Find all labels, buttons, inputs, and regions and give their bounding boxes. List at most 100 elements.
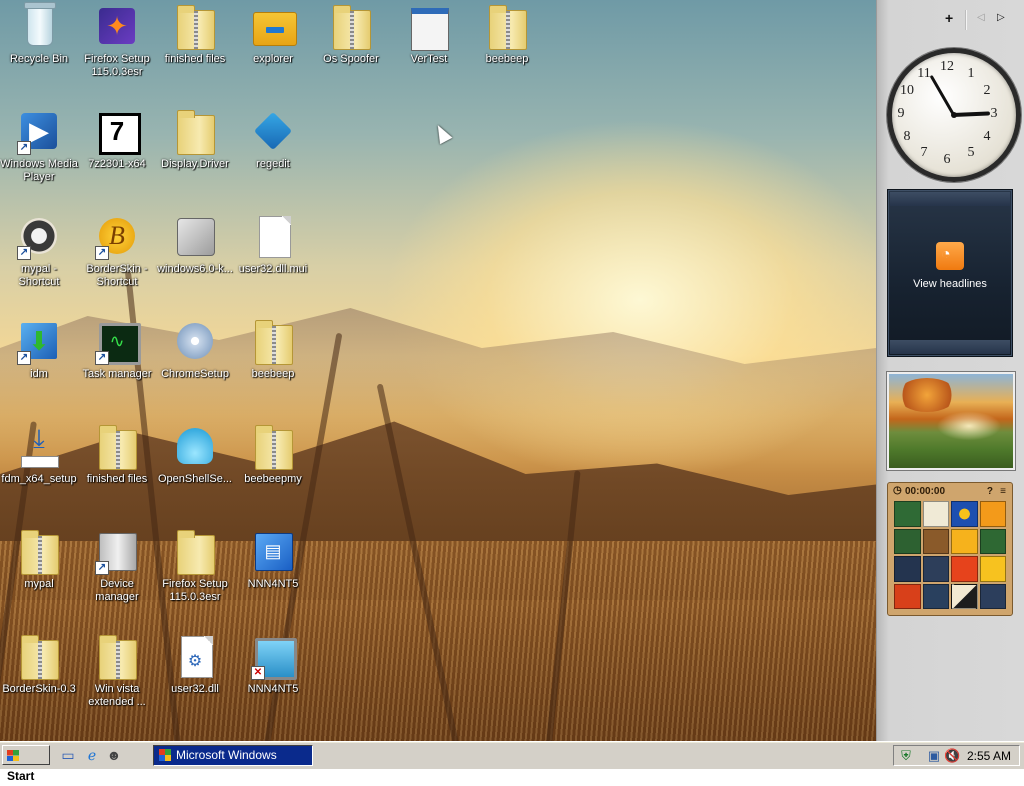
- desktop-icon-task-manager[interactable]: ∿ ↗ Task manager: [78, 317, 156, 381]
- desktop-icon-borderskin-shortcut[interactable]: B ↗ BorderSkin - Shortcut: [78, 212, 156, 289]
- download-manager-icon: ⬇ ↗: [15, 317, 63, 365]
- windows-security-icon[interactable]: ⛨: [898, 748, 914, 764]
- puzzle-tile[interactable]: [979, 501, 1006, 527]
- puzzle-tile[interactable]: [951, 528, 978, 554]
- mypal-icon[interactable]: ☻: [106, 747, 122, 763]
- desktop-icon-windows-media-player[interactable]: ▶ ↗ Windows Media Player: [0, 107, 78, 184]
- download-setup-icon: ⤓: [15, 422, 63, 470]
- show-desktop-icon[interactable]: ▭: [60, 747, 76, 763]
- desktop-icon-windows-update-package[interactable]: windows6.0-k...: [156, 212, 234, 276]
- desktop-icon-label: Task manager: [82, 368, 152, 380]
- desktop-icon-finished-files-2[interactable]: finished files: [78, 422, 156, 486]
- clock-numeral: 6: [943, 152, 951, 167]
- sidebar-next-button[interactable]: ▷: [997, 12, 1005, 23]
- desktop-icon-beebeepmy[interactable]: beebeepmy: [234, 422, 312, 486]
- tray-clock[interactable]: 2:55 AM: [967, 749, 1011, 763]
- puzzle-tile[interactable]: [951, 583, 978, 609]
- desktop-icon-mypal-folder[interactable]: mypal: [0, 527, 78, 591]
- file-cabinet-icon: ▤: [249, 527, 297, 575]
- desktop-icon-label: user32.dll: [171, 683, 219, 695]
- desktop-icon-label: Firefox Setup 115.0.3esr: [84, 53, 150, 78]
- taskbar-button-microsoft-windows[interactable]: Microsoft Windows: [153, 745, 313, 766]
- blank-file-icon: [249, 212, 297, 260]
- feed-headlines-gadget[interactable]: ◔ View headlines: [887, 189, 1013, 357]
- desktop-icon-chromesetup[interactable]: ChromeSetup: [156, 317, 234, 381]
- puzzle-tile[interactable]: [894, 528, 921, 554]
- desktop-icon-fdm-setup[interactable]: ⤓ fdm_x64_setup: [0, 422, 78, 486]
- desktop-icon-vertest[interactable]: VerTest: [390, 2, 468, 66]
- desktop-icon-borderskin-zip[interactable]: BorderSkin-0.3: [0, 632, 78, 696]
- task-manager-icon: ∿ ↗: [93, 317, 141, 365]
- puzzle-tile-empty[interactable]: [922, 528, 949, 554]
- borderskin-icon: B ↗: [93, 212, 141, 260]
- zip-folder-icon: [171, 2, 219, 50]
- internet-explorer-icon[interactable]: ℯ: [84, 747, 100, 763]
- puzzle-tile[interactable]: [951, 556, 978, 582]
- desktop-icon-user32-dll[interactable]: ⚙ user32.dll: [156, 632, 234, 696]
- rss-icon: ◔: [936, 242, 964, 270]
- picture-puzzle-gadget[interactable]: ◷ 00:00:00 ? ≡: [887, 482, 1013, 616]
- desktop-icon-nnn4nt5-setup[interactable]: ✕ NNN4NT5: [234, 632, 312, 696]
- desktop-icon-label: NNN4NT5: [247, 578, 299, 590]
- puzzle-timer: 00:00:00: [905, 486, 946, 497]
- desktop-icon-nnn4nt5[interactable]: ▤ NNN4NT5: [234, 527, 312, 591]
- desktop-icon-firefox-setup[interactable]: ✦ Firefox Setup 115.0.3esr: [78, 2, 156, 79]
- add-gadget-button[interactable]: +: [945, 10, 953, 26]
- puzzle-tile[interactable]: [894, 556, 921, 582]
- clock-pin: [951, 112, 957, 118]
- clock-numeral: 12: [940, 59, 954, 74]
- puzzle-tile[interactable]: [979, 556, 1006, 582]
- start-button[interactable]: Start: [2, 745, 50, 783]
- desktop-icon-display-driver[interactable]: Display.Driver: [156, 107, 234, 171]
- clock-minute-hand: [929, 74, 956, 116]
- desktop-icon-idm[interactable]: ⬇ ↗ idm: [0, 317, 78, 381]
- network-disconnected-icon[interactable]: ▣: [926, 748, 942, 764]
- puzzle-tile[interactable]: [922, 583, 949, 609]
- sidebar-prev-button[interactable]: ◁: [977, 12, 985, 23]
- desktop-icon-label: fdm_x64_setup: [1, 473, 77, 485]
- desktop-icon-openshell-setup[interactable]: OpenShellSe...: [156, 422, 234, 486]
- puzzle-help-button[interactable]: ?: [987, 486, 993, 497]
- puzzle-tile[interactable]: [951, 501, 978, 527]
- system-tray: ⛨ ▣ 🔇 2:55 AM: [893, 745, 1020, 766]
- task-label: Microsoft Windows: [176, 748, 277, 762]
- slideshow-gadget[interactable]: [887, 372, 1015, 470]
- puzzle-tile[interactable]: [894, 501, 921, 527]
- zip-folder-icon: [249, 422, 297, 470]
- clock-hour-hand: [953, 111, 991, 117]
- puzzle-menu-button[interactable]: ≡: [1000, 486, 1006, 497]
- desktop-icon-firefox-setup-folder[interactable]: Firefox Setup 115.0.3esr: [156, 527, 234, 604]
- desktop-icon-finished-files[interactable]: finished files: [156, 2, 234, 66]
- desktop-icon-7zip[interactable]: 7 7z2301-x64: [78, 107, 156, 171]
- clock-numeral: 10: [900, 83, 914, 98]
- puzzle-toolbar: ◷ 00:00:00 ? ≡: [891, 485, 1009, 499]
- desktop[interactable]: Recycle Bin ✦ Firefox Setup 115.0.3esr f…: [0, 0, 876, 741]
- desktop-icon-user32-mui[interactable]: user32.dll.mui: [234, 212, 312, 276]
- desktop-icon-recycle-bin[interactable]: Recycle Bin: [0, 2, 78, 66]
- desktop-icon-beebeep[interactable]: beebeep: [468, 2, 546, 66]
- desktop-icon-label: explorer: [253, 53, 293, 65]
- desktop-icon-explorer[interactable]: explorer: [234, 2, 312, 66]
- clock-numeral: 9: [897, 106, 905, 121]
- desktop-icon-os-spoofer[interactable]: Os Spoofer: [312, 2, 390, 66]
- clock-numeral: 8: [903, 129, 911, 144]
- desktop-icon-label: Win vista extended ...: [88, 683, 146, 708]
- desktop-icon-label: regedit: [256, 158, 290, 170]
- clock-numeral: 1: [967, 66, 975, 81]
- desktop-icon-device-manager[interactable]: ↗ Device manager: [78, 527, 156, 604]
- puzzle-tile[interactable]: [922, 556, 949, 582]
- desktop-icon-win-vista-extended[interactable]: Win vista extended ...: [78, 632, 156, 709]
- registry-editor-icon: [249, 107, 297, 155]
- clock-gadget[interactable]: 12 1 2 3 4 5 6 7 8 9 10 11: [887, 48, 1021, 182]
- desktop-icon-label: user32.dll.mui: [238, 263, 308, 275]
- puzzle-tile[interactable]: [894, 583, 921, 609]
- volume-muted-icon[interactable]: 🔇: [944, 748, 960, 764]
- puzzle-tile[interactable]: [979, 528, 1006, 554]
- puzzle-tile[interactable]: [922, 501, 949, 527]
- desktop-icon-mypal-shortcut[interactable]: ↗ mypal - Shortcut: [0, 212, 78, 289]
- view-headlines-link[interactable]: View headlines: [888, 278, 1012, 290]
- zip-folder-icon: [15, 527, 63, 575]
- desktop-icon-beebeep-2[interactable]: beebeep: [234, 317, 312, 381]
- desktop-icon-regedit[interactable]: regedit: [234, 107, 312, 171]
- puzzle-tile[interactable]: [979, 583, 1006, 609]
